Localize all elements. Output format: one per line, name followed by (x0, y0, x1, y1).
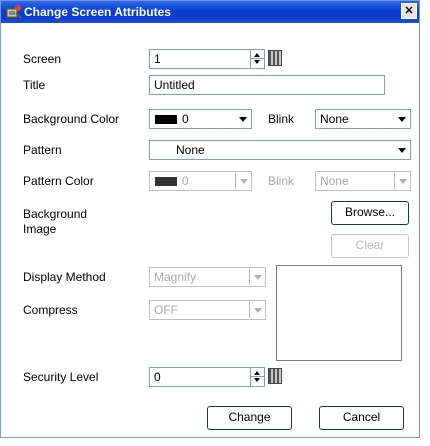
background-image-label-line2: Image (23, 222, 57, 236)
display-method-label: Display Method (23, 270, 106, 284)
pattern-color-label: Pattern Color (23, 174, 94, 188)
display-method-select: Magnify (149, 267, 266, 287)
spin-divider (251, 376, 264, 377)
blink-select[interactable]: None (315, 109, 411, 129)
pattern-color-value: 0 (182, 174, 189, 188)
security-spin-buttons[interactable] (250, 368, 264, 386)
spin-down-icon[interactable] (254, 378, 260, 382)
cancel-button[interactable]: Cancel (319, 406, 404, 430)
compress-label: Compress (23, 303, 78, 317)
screen-label: Screen (23, 52, 62, 66)
dialog-title: Change Screen Attributes (24, 5, 171, 19)
spin-up-icon[interactable] (254, 371, 260, 375)
screen-spin-buttons[interactable] (250, 50, 264, 68)
spin-divider (251, 58, 264, 59)
browse-button[interactable]: Browse... (331, 201, 409, 225)
blink-label: Blink (268, 112, 295, 126)
chevron-down-icon (240, 179, 248, 184)
screen-number-value: 1 (154, 52, 161, 66)
spin-down-icon[interactable] (254, 60, 260, 64)
title-bar: Change Screen Attributes ✕ (1, 1, 419, 23)
background-color-dropdown-button[interactable] (235, 111, 250, 127)
spin-up-icon[interactable] (254, 53, 260, 57)
chevron-down-icon (254, 308, 262, 313)
chevron-down-icon (399, 179, 407, 184)
security-level-label: Security Level (23, 370, 99, 384)
display-method-dropdown-button (249, 269, 264, 285)
background-color-select[interactable]: 0 (149, 109, 252, 129)
change-screen-attributes-dialog: Change Screen Attributes ✕ Screen 1 Titl… (0, 0, 420, 438)
screen-keypad-icon[interactable] (268, 50, 282, 66)
pattern-value: None (176, 143, 205, 157)
chevron-down-icon (254, 275, 262, 280)
color-swatch (155, 115, 177, 124)
security-level-value: 0 (154, 370, 161, 384)
close-icon: ✕ (404, 5, 414, 17)
title-input-value: Untitled (154, 78, 195, 92)
screen-app-icon (6, 5, 22, 19)
title-label: Title (23, 78, 46, 92)
pattern-select[interactable]: None (149, 140, 411, 160)
pattern-label: Pattern (23, 143, 62, 157)
clear-button: Clear (331, 234, 409, 258)
background-color-value: 0 (182, 112, 189, 126)
title-input[interactable]: Untitled (149, 75, 385, 95)
color-swatch (155, 177, 177, 186)
pattern-color-dropdown-button (235, 173, 250, 189)
security-level-stepper[interactable]: 0 (149, 367, 265, 387)
chevron-down-icon (398, 117, 406, 122)
display-method-value: Magnify (154, 270, 197, 284)
security-keypad-icon[interactable] (268, 368, 282, 384)
blink-value: None (320, 112, 349, 126)
pattern-blink-select: None (315, 171, 411, 191)
screen-number-stepper[interactable]: 1 (149, 49, 265, 69)
pattern-blink-dropdown-button (394, 173, 409, 189)
compress-dropdown-button (249, 302, 264, 318)
close-button[interactable]: ✕ (401, 3, 417, 19)
pattern-dropdown-button[interactable] (394, 142, 409, 158)
pattern-blink-value: None (320, 174, 349, 188)
chevron-down-icon (398, 148, 406, 153)
change-button[interactable]: Change (207, 406, 292, 430)
image-preview-box (276, 265, 402, 361)
pattern-color-select: 0 (149, 171, 252, 191)
chevron-down-icon (239, 117, 247, 122)
compress-value: OFF (154, 303, 178, 317)
background-image-label-line1: Background (23, 207, 88, 221)
blink-dropdown-button[interactable] (394, 111, 409, 127)
background-color-label: Background Color (23, 112, 120, 126)
pattern-blink-label: Blink (268, 174, 295, 188)
compress-select: OFF (149, 300, 266, 320)
